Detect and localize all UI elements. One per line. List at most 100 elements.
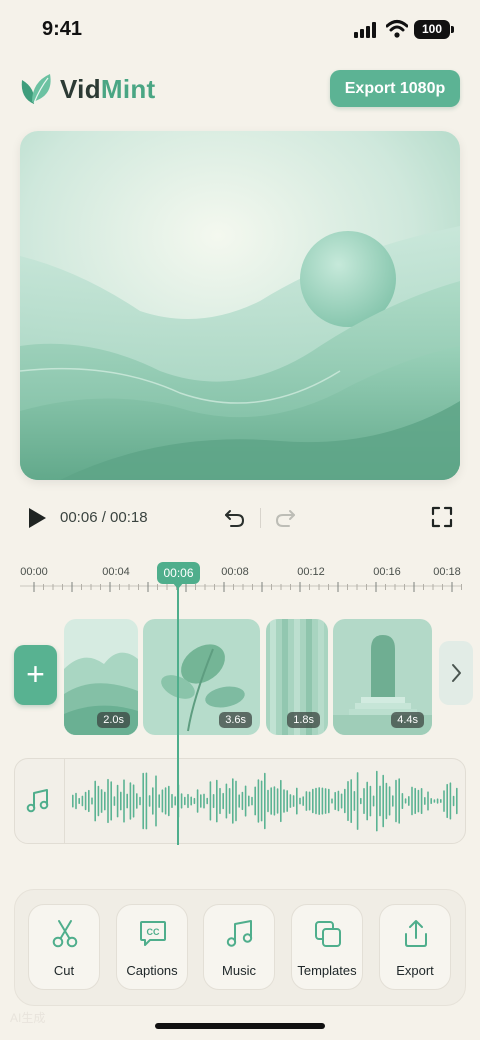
clip-thumbnail[interactable]: 3.6s [143,619,260,735]
waveform-bar [443,790,445,812]
waveform-bar [94,780,96,822]
waveform-bar [257,779,260,823]
waveform-bar [132,784,135,818]
waveform-bar [97,785,100,817]
waveform-bar [308,791,311,811]
home-indicator[interactable] [155,1023,325,1029]
export-label: Export [396,963,434,978]
waveform-bar [372,795,375,807]
waveform-bar [456,787,458,815]
battery-icon: 100 [414,20,450,39]
waveform-bar [420,788,423,814]
undo-icon[interactable] [224,507,246,529]
timecode: 00:06 / 00:18 [60,509,148,526]
waveform-bar [174,796,176,806]
waveform-bar [113,796,116,806]
share-export-icon [405,920,427,947]
waveform-bar [299,797,301,805]
waveform-bar [436,798,439,804]
waveform-bar [107,778,109,824]
waveform-bar [126,793,128,809]
playhead-time-badge[interactable]: 00:06 [157,562,200,584]
waveform-bar [75,792,77,810]
playhead[interactable] [177,583,179,845]
waveform-bar [350,779,352,823]
transport-divider [260,508,261,528]
scroll-clips-right-button[interactable] [439,641,473,705]
clip-thumbnail[interactable]: 4.4s [333,619,432,735]
captions-button[interactable]: CC Captions [116,904,188,990]
cut-button[interactable]: Cut [28,904,100,990]
waveform-bar [84,791,87,811]
templates-icon [315,921,341,947]
waveform-bar [123,779,125,823]
waveform-bar [145,772,148,830]
templates-button[interactable]: Templates [291,904,363,990]
waveform-bar [280,779,282,823]
export-1080p-button[interactable]: Export 1080p [330,70,460,107]
captions-icon: CC [140,921,166,946]
waveform-bar [120,791,122,811]
waveform-bar [72,794,74,808]
waveform-bar [216,779,218,823]
cellular-signal-icon [354,22,376,38]
video-preview[interactable] [20,131,460,480]
play-icon[interactable] [26,506,48,530]
waveform-bar [392,795,394,807]
waveform-bar [424,797,426,805]
waveform-bar [203,793,205,809]
redo-icon[interactable] [274,507,296,529]
waveform-bar [347,781,349,821]
music-label: Music [222,963,256,978]
waveform-bar [388,786,391,816]
export-button[interactable]: Export [379,904,451,990]
waveform-bar [88,789,90,813]
waveform-bar [136,793,138,809]
captions-label: Captions [126,963,178,978]
waveform-bar [328,788,330,814]
waveform-bar [251,796,253,806]
waveform-bar [408,796,410,806]
waveform-bar [356,772,359,830]
waveform-bar [452,795,455,807]
svg-text:CC: CC [147,927,160,937]
ruler-ticks [20,582,462,592]
brand-main: Vid [60,74,101,104]
waveform-bar [244,785,247,817]
clip-duration: 1.8s [287,712,320,728]
waveform-bar [209,781,212,821]
waveform-bar [248,795,250,807]
waveform-bar [129,782,132,820]
chevron-right-icon [452,664,461,682]
waveform-bar [212,794,215,809]
add-clip-button[interactable]: + [14,645,57,705]
waveform-bar [382,774,384,828]
waveform-bar [385,782,388,820]
timeline-ruler[interactable]: 00:00 00:04 00:08 00:12 00:16 00:18 [0,560,480,600]
fullscreen-icon[interactable] [431,506,453,528]
waveform-bar [289,794,292,808]
waveform-bar [78,797,80,804]
clip-thumbnail[interactable]: 2.0s [64,619,138,735]
cut-label: Cut [53,963,75,978]
waveform-bar [155,775,157,827]
waveform-bar [81,795,84,807]
waveform-bar [446,783,448,819]
audio-track-divider [64,759,65,843]
waveform-bar [430,798,432,804]
waveform-bar [344,788,346,814]
waveform-bar [449,782,452,820]
waveform-bar [193,797,196,805]
waveform-bar [334,791,336,811]
waveform-bar [340,793,343,809]
waveform-bar [235,780,237,822]
waveform-bar [219,787,221,815]
waveform-bar [318,787,320,815]
music-button[interactable]: Music [203,904,275,990]
clip-thumbnail[interactable]: 1.8s [266,619,328,735]
waveform-bar [171,793,173,808]
waveform-bar [321,787,324,815]
waveform-bar [360,797,362,805]
wifi-icon [386,20,408,38]
audio-waveform[interactable] [70,762,460,840]
